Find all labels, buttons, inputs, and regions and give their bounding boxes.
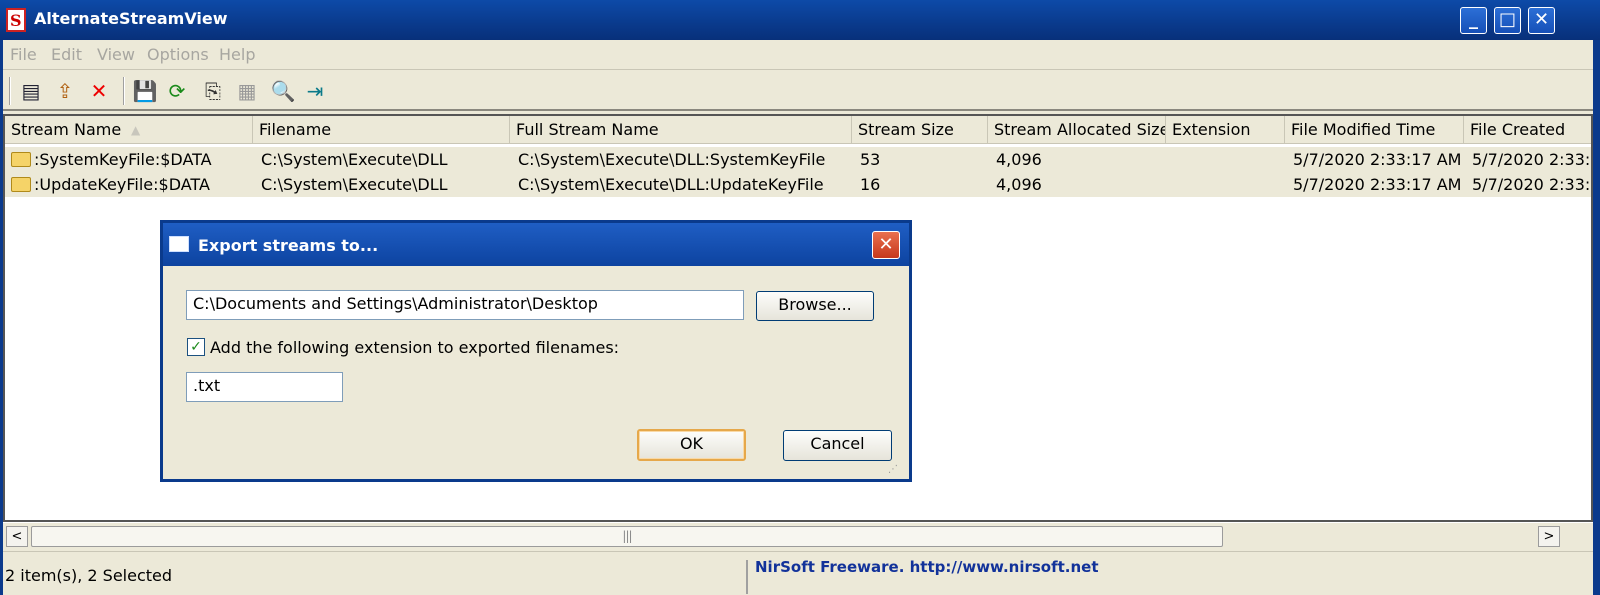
menu-edit[interactable]: Edit xyxy=(51,45,82,64)
maximize-button[interactable]: □ xyxy=(1494,7,1521,34)
cell-extension xyxy=(1168,147,1285,172)
menu-bar: File Edit View Options Help xyxy=(3,40,1593,70)
window-icon xyxy=(169,236,189,252)
cell-file-modified-time: 5/7/2020 2:33:17 AM xyxy=(1293,175,1462,194)
cell-stream-size: 53 xyxy=(860,150,881,169)
table-row[interactable]: :UpdateKeyFile:$DATA C:\System\Execute\D… xyxy=(5,172,1591,197)
cell-full-stream-name: C:\System\Execute\DLL:UpdateKeyFile xyxy=(518,175,824,194)
dialog-title: Export streams to... xyxy=(198,236,379,255)
column-header-extension[interactable]: Extension xyxy=(1166,116,1285,144)
folder-icon xyxy=(11,177,31,192)
browse-button[interactable]: Browse... xyxy=(756,291,874,321)
extension-input[interactable]: .txt xyxy=(186,372,343,402)
ok-button[interactable]: OK xyxy=(637,429,746,461)
app-window: S AlternateStreamView _ □ ✕ File Edit Vi… xyxy=(0,0,1600,595)
column-header-file-modified-time[interactable]: File Modified Time xyxy=(1285,116,1464,144)
app-icon[interactable]: S xyxy=(6,8,26,32)
add-extension-label: Add the following extension to exported … xyxy=(210,338,620,357)
html-report-icon[interactable]: ▦ xyxy=(233,77,261,105)
cell-file-modified-time: 5/7/2020 2:33:17 AM xyxy=(1293,150,1462,169)
save-icon[interactable]: 💾 xyxy=(131,77,159,105)
sort-ascending-icon: ▲ xyxy=(131,123,141,137)
scroll-right-button[interactable]: > xyxy=(1538,526,1560,547)
column-header-full-stream-name[interactable]: Full Stream Name xyxy=(510,116,852,144)
export-path-input[interactable]: C:\Documents and Settings\Administrator\… xyxy=(186,290,744,320)
toolbar: ▤ ⇪ ✕ 💾 ⟳ ⎘ ▦ 🔍 ⇥ xyxy=(3,71,1593,111)
cell-file-created: 5/7/2020 2:33:17 AM xyxy=(1472,175,1591,194)
close-button[interactable]: ✕ xyxy=(1528,7,1555,34)
cell-stream-size: 16 xyxy=(860,175,881,194)
column-header-stream-size[interactable]: Stream Size xyxy=(852,116,988,144)
find-icon[interactable]: 🔍 xyxy=(269,77,297,105)
cell-stream-allocated-size: 4,096 xyxy=(996,150,1042,169)
copy-icon[interactable]: ⎘ xyxy=(199,77,227,105)
cell-file-created: 5/7/2020 2:33:17 AM xyxy=(1472,150,1591,169)
column-header-stream-allocated-size[interactable]: Stream Allocated Size xyxy=(988,116,1166,144)
menu-view[interactable]: View xyxy=(97,45,135,64)
cell-stream-allocated-size: 4,096 xyxy=(996,175,1042,194)
exit-icon[interactable]: ⇥ xyxy=(301,77,329,105)
dialog-title-bar: Export streams to... ✕ xyxy=(163,223,909,266)
list-header: Stream Name ▲ Filename Full Stream Name … xyxy=(5,116,1591,144)
dialog-body: C:\Documents and Settings\Administrator\… xyxy=(168,266,904,476)
column-header-filename[interactable]: Filename xyxy=(253,116,510,144)
menu-file[interactable]: File xyxy=(10,45,37,64)
scroll-thumb[interactable]: ||| xyxy=(31,526,1223,547)
cell-stream-name: :UpdateKeyFile:$DATA xyxy=(5,172,253,197)
cell-full-stream-name: C:\System\Execute\DLL:SystemKeyFile xyxy=(518,150,826,169)
column-header-file-created[interactable]: File Created xyxy=(1464,116,1591,144)
cell-extension xyxy=(1168,172,1285,197)
folder-icon xyxy=(11,152,31,167)
resize-grip-icon[interactable]: ⋰ xyxy=(888,464,902,476)
export-dialog: Export streams to... ✕ C:\Documents and … xyxy=(160,220,912,482)
properties-icon[interactable]: ▤ xyxy=(17,77,45,105)
cell-filename: C:\System\Execute\DLL xyxy=(261,150,448,169)
menu-options[interactable]: Options xyxy=(147,45,209,64)
menu-help[interactable]: Help xyxy=(219,45,255,64)
window-title: AlternateStreamView xyxy=(34,9,228,28)
cancel-button[interactable]: Cancel xyxy=(783,430,892,461)
delete-icon[interactable]: ✕ xyxy=(85,77,113,105)
title-bar: S AlternateStreamView _ □ ✕ xyxy=(0,0,1600,40)
horizontal-scrollbar[interactable]: < ||| > xyxy=(3,522,1593,548)
add-extension-checkbox[interactable]: ✓ xyxy=(187,338,205,356)
minimize-button[interactable]: _ xyxy=(1460,7,1487,34)
refresh-icon[interactable]: ⟳ xyxy=(163,77,191,105)
toolbar-separator xyxy=(9,77,11,105)
toolbar-separator xyxy=(123,77,125,105)
extract-icon[interactable]: ⇪ xyxy=(51,77,79,105)
status-bar: 2 item(s), 2 Selected NirSoft Freeware. … xyxy=(3,551,1593,595)
cell-stream-name: :SystemKeyFile:$DATA xyxy=(5,147,253,172)
column-header-stream-name[interactable]: Stream Name ▲ xyxy=(5,116,253,144)
scroll-left-button[interactable]: < xyxy=(6,526,28,547)
nirsoft-link[interactable]: NirSoft Freeware. http://www.nirsoft.net xyxy=(755,558,1099,576)
status-item-count: 2 item(s), 2 Selected xyxy=(3,560,748,594)
dialog-close-button[interactable]: ✕ xyxy=(872,231,900,259)
table-row[interactable]: :SystemKeyFile:$DATA C:\System\Execute\D… xyxy=(5,147,1591,172)
cell-filename: C:\System\Execute\DLL xyxy=(261,175,448,194)
